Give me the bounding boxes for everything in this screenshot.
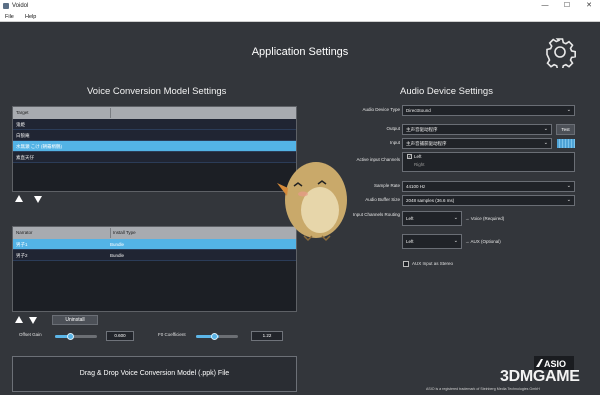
narrator-row[interactable]: 男子2 Bundle	[13, 250, 296, 261]
move-up-icon[interactable]	[15, 316, 23, 323]
move-down-icon[interactable]	[34, 196, 42, 203]
column-header-target[interactable]: Target	[16, 107, 29, 119]
model-settings-title: Voice Conversion Model Settings	[87, 86, 227, 97]
aux-stereo-checkbox[interactable]	[403, 261, 409, 267]
f0-coefficient-thumb[interactable]	[211, 333, 218, 340]
routing-aux-value: Left	[406, 239, 414, 244]
model-row-selected[interactable]: 水無瀬 こけ (朝霧梢鶴)	[13, 141, 296, 152]
buffer-size-dropdown[interactable]: 2048 samples (36.6 ms) ⌄	[402, 195, 575, 206]
model-row[interactable]: 素直天仔	[13, 152, 296, 163]
mascot-bird-image	[277, 162, 347, 242]
watermark-3dmgame: 3DMGAME	[500, 368, 580, 385]
narrator-row-selected[interactable]: 男子1 Bundle	[13, 239, 296, 250]
install-type: Bundle	[110, 253, 125, 258]
install-type: Bundle	[110, 242, 125, 247]
column-divider	[110, 108, 111, 118]
device-type-value: DirectSound	[406, 108, 431, 113]
test-button[interactable]: Test	[556, 124, 575, 135]
f0-coefficient-label: F0 Coefficient	[158, 332, 186, 337]
column-divider	[110, 228, 111, 238]
chevron-down-icon: ⌄	[543, 140, 548, 146]
narrator-name: 男子1	[16, 242, 28, 247]
model-row[interactable]: 白狼庵	[13, 130, 296, 141]
offset-gain-slider[interactable]	[55, 335, 97, 338]
table-header: Narrator Install Type	[13, 227, 296, 239]
aux-stereo-label: AUX Input as Stereo	[412, 261, 454, 266]
output-label: Output	[386, 126, 400, 131]
device-type-dropdown[interactable]: DirectSound ⌄	[402, 105, 575, 116]
output-value: 主声音驱动程序	[406, 127, 438, 132]
column-header-narrator[interactable]: Narrator	[16, 227, 33, 239]
f0-coefficient-value[interactable]: 1.22	[251, 331, 283, 341]
menu-help[interactable]: Help	[25, 12, 36, 22]
input-level-meter	[557, 139, 575, 148]
routing-voice-target: → Voice (Required)	[465, 216, 505, 221]
offset-gain-value[interactable]: 0.600	[106, 331, 134, 341]
menu-bar: File Help	[0, 12, 600, 22]
minimize-button[interactable]: —	[534, 0, 556, 12]
routing-dropdown-aux[interactable]: Left ⌄	[402, 234, 462, 249]
routing-aux-target: → AUX (Optional)	[465, 239, 501, 244]
chevron-down-icon: ⌄	[566, 197, 571, 203]
channel-left-label: Left	[414, 154, 422, 159]
channel-right-item[interactable]: Right	[403, 161, 574, 169]
device-type-label: Audio Device Type	[362, 107, 400, 112]
channel-left-item[interactable]: ✓ Left	[403, 153, 574, 161]
move-up-icon[interactable]	[15, 195, 23, 202]
page-title: Application Settings	[251, 46, 349, 58]
narrator-name: 男子2	[16, 253, 28, 258]
chevron-down-icon: ⌄	[453, 238, 458, 244]
window-controls: — ☐ ✕	[534, 0, 600, 12]
checkbox[interactable]	[407, 162, 412, 167]
narrator-table: Narrator Install Type 男子1 Bundle 男子2 Bun…	[12, 226, 297, 312]
gear-icon[interactable]	[544, 36, 576, 68]
chevron-down-icon: ⌄	[566, 183, 571, 189]
audio-settings-title: Audio Device Settings	[400, 86, 493, 97]
maximize-button[interactable]: ☐	[556, 0, 578, 12]
target-model-table: Target 鬼姫 白狼庵 水無瀬 こけ (朝霧梢鶴) 素直天仔	[12, 106, 297, 192]
chevron-down-icon: ⌄	[453, 215, 458, 221]
asio-trademark-note: ASIO is a registered trademark of Steinb…	[426, 387, 540, 391]
input-dropdown[interactable]: 主声音捕获驱动程序 ⌄	[402, 138, 552, 149]
chevron-down-icon: ⌄	[566, 107, 571, 113]
routing-voice-value: Left	[406, 216, 414, 221]
checkmark-icon[interactable]: ✓	[407, 154, 412, 160]
window-title: Voidol	[12, 3, 29, 9]
move-down-icon[interactable]	[29, 317, 37, 324]
model-row[interactable]: 鬼姫	[13, 119, 296, 130]
sample-rate-dropdown[interactable]: 44100 Hz ⌄	[402, 181, 575, 192]
app-icon	[3, 3, 9, 9]
buffer-size-value: 2048 samples (36.6 ms)	[406, 198, 455, 203]
table-header: Target	[13, 107, 296, 119]
title-bar: Voidol — ☐ ✕	[0, 0, 600, 12]
menu-file[interactable]: File	[5, 12, 14, 22]
input-label: Input	[389, 140, 400, 145]
input-value: 主声音捕获驱动程序	[406, 141, 447, 146]
close-button[interactable]: ✕	[578, 0, 600, 12]
offset-gain-label: Offset Gain	[19, 332, 42, 337]
offset-gain-thumb[interactable]	[67, 333, 74, 340]
routing-dropdown-voice[interactable]: Left ⌄	[402, 211, 462, 226]
uninstall-button[interactable]: Uninstall	[52, 315, 98, 325]
output-dropdown[interactable]: 主声音驱动程序 ⌄	[402, 124, 552, 135]
model-drop-zone[interactable]: Drag & Drop Voice Conversion Model (.ppk…	[12, 356, 297, 392]
channel-right-label: Right	[414, 162, 425, 167]
active-input-list: ✓ Left Right	[402, 152, 575, 172]
column-header-install-type[interactable]: Install Type	[113, 227, 136, 239]
sample-rate-value: 44100 Hz	[406, 184, 426, 189]
chevron-down-icon: ⌄	[543, 126, 548, 132]
